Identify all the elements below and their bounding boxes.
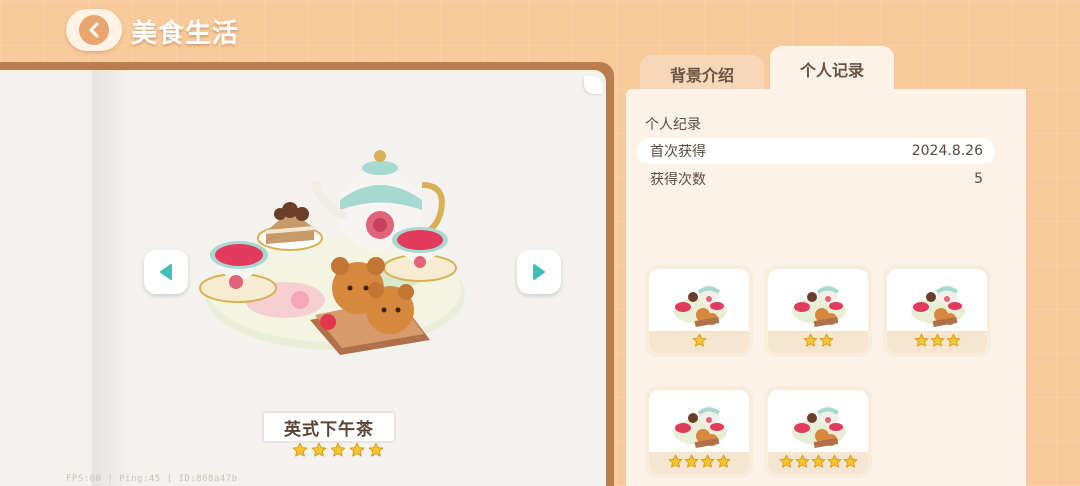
variant-star-rating: [887, 331, 987, 353]
variant-card[interactable]: [764, 265, 872, 357]
variant-card[interactable]: [645, 265, 753, 357]
star-icon: [692, 333, 707, 352]
variant-star-rating: [649, 331, 749, 353]
chevron-left-icon: [79, 15, 109, 45]
variant-card-inner: [768, 390, 868, 474]
variant-card[interactable]: [764, 386, 872, 478]
item-name-plate: 英式下午茶: [262, 411, 396, 443]
star-icon: [311, 442, 327, 462]
star-icon: [368, 442, 384, 462]
debug-overlay-text: FPS:60 | Ping:45 | ID:868a47b: [66, 474, 238, 484]
star-icon: [843, 454, 858, 473]
record-section-title: 个人纪录: [645, 117, 701, 133]
star-icon: [684, 454, 699, 473]
afternoon-tea-thumbnail: [790, 275, 848, 329]
item-rating: [292, 442, 384, 462]
variant-card[interactable]: [645, 386, 753, 478]
afternoon-tea-thumbnail: [671, 275, 729, 329]
variant-star-rating: [768, 331, 868, 353]
record-row-obtain-count: 获得次数 5: [637, 166, 995, 192]
triangle-right-icon: [533, 264, 545, 280]
star-icon: [716, 454, 731, 473]
record-label: 首次获得: [650, 144, 706, 160]
star-icon: [668, 454, 683, 473]
tab-background-intro[interactable]: 背景介绍: [640, 55, 764, 93]
star-icon: [292, 442, 308, 462]
record-row-first-obtained: 首次获得 2024.8.26: [637, 138, 995, 164]
star-icon: [700, 454, 715, 473]
variant-card[interactable]: [883, 265, 991, 357]
next-item-button[interactable]: [517, 250, 561, 294]
variant-card-inner: [768, 269, 868, 353]
page-corner: [584, 76, 602, 94]
variant-star-rating: [768, 452, 868, 474]
variant-card-inner: [887, 269, 987, 353]
star-icon: [819, 333, 834, 352]
star-icon: [795, 454, 810, 473]
prev-item-button[interactable]: [144, 250, 188, 294]
star-icon: [330, 442, 346, 462]
back-button[interactable]: [66, 9, 122, 51]
star-icon: [349, 442, 365, 462]
afternoon-tea-thumbnail: [671, 396, 729, 450]
tab-personal-record[interactable]: 个人记录: [770, 46, 894, 92]
afternoon-tea-illustration: [199, 150, 465, 355]
variant-card-inner: [649, 269, 749, 353]
record-value: 5: [974, 171, 983, 187]
record-value: 2024.8.26: [911, 143, 983, 159]
star-icon: [827, 454, 842, 473]
star-icon: [779, 454, 794, 473]
page-title: 美食生活: [131, 19, 240, 49]
triangle-left-icon: [160, 264, 172, 280]
afternoon-tea-thumbnail: [790, 396, 848, 450]
star-icon: [946, 333, 961, 352]
afternoon-tea-thumbnail: [909, 275, 967, 329]
variant-star-rating: [649, 452, 749, 474]
star-icon: [930, 333, 945, 352]
star-icon: [811, 454, 826, 473]
star-icon: [803, 333, 818, 352]
variant-card-inner: [649, 390, 749, 474]
record-label: 获得次数: [650, 172, 706, 188]
star-icon: [914, 333, 929, 352]
book-spine-shade: [92, 70, 132, 486]
